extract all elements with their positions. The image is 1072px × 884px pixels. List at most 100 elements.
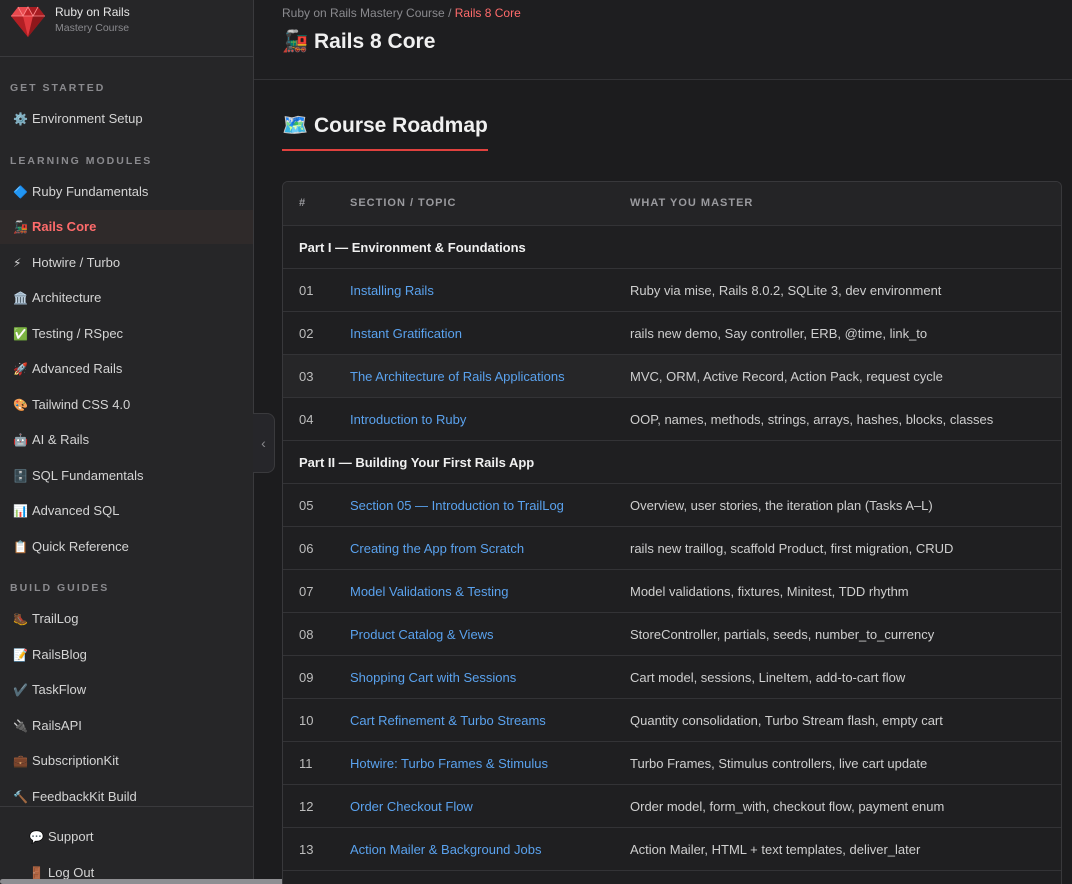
- sidebar-item-label: Rails Core: [32, 219, 97, 234]
- column-header-number: #: [299, 197, 307, 209]
- topic-link[interactable]: Introduction to Ruby: [350, 412, 466, 427]
- row-number: 07: [299, 584, 314, 599]
- bar-chart-icon: 📊: [13, 504, 28, 518]
- section-label-build-guides: BUILD GUIDES: [10, 582, 110, 594]
- section-label-learning-modules: LEARNING MODULES: [10, 155, 153, 167]
- topic-link[interactable]: Creating the App from Scratch: [350, 541, 524, 556]
- row-master: Model validations, fixtures, Minitest, T…: [630, 584, 909, 599]
- page-header: Ruby on Rails Mastery Course / Rails 8 C…: [254, 0, 1072, 80]
- sidebar-item-railsblog[interactable]: 📝 RailsBlog: [0, 638, 253, 672]
- column-header-master: WHAT YOU MASTER: [630, 197, 754, 209]
- row-number: 04: [299, 412, 314, 427]
- topic-link[interactable]: Action Mailer & Background Jobs: [350, 842, 541, 857]
- breadcrumb: Ruby on Rails Mastery Course / Rails 8 C…: [282, 6, 521, 20]
- sidebar-item-environment-setup[interactable]: ⚙️ Environment Setup: [0, 102, 253, 136]
- topic-link[interactable]: Product Catalog & Views: [350, 627, 494, 642]
- row-number: 03: [299, 369, 314, 384]
- row-master: Action Mailer, HTML + text templates, de…: [630, 842, 921, 857]
- topic-link[interactable]: The Architecture of Rails Applications: [350, 369, 565, 384]
- brand[interactable]: Ruby on Rails Mastery Course: [0, 0, 253, 57]
- sidebar-item-ai-rails[interactable]: 🤖 AI & Rails: [0, 423, 253, 457]
- sidebar-item-advanced-rails[interactable]: 🚀 Advanced Rails: [0, 352, 253, 386]
- topic-link[interactable]: Order Checkout Flow: [350, 799, 473, 814]
- part-row: Part I — Environment & Foundations: [283, 226, 1061, 269]
- sidebar-item-testing-rspec[interactable]: ✅ Testing / RSpec: [0, 317, 253, 351]
- page-title-text: Rails 8 Core: [314, 30, 436, 53]
- table-row: 12 Order Checkout Flow Order model, form_w…: [283, 785, 1061, 828]
- topic-link[interactable]: Section 05 — Introduction to TrailLog: [350, 498, 564, 513]
- sidebar-item-label: Quick Reference: [32, 539, 129, 554]
- table-row: 03 The Architecture of Rails Applications…: [283, 355, 1061, 398]
- topic-link[interactable]: Installing Rails: [350, 283, 434, 298]
- row-number: 10: [299, 713, 314, 728]
- table-row: 10 Cart Refinement & Turbo Streams Quantit…: [283, 699, 1061, 742]
- row-master: Ruby via mise, Rails 8.0.2, SQLite 3, de…: [630, 283, 942, 298]
- sidebar-item-hotwire-turbo[interactable]: ⚡ Hotwire / Turbo: [0, 246, 253, 280]
- sidebar-item-ruby-fundamentals[interactable]: 🔷 Ruby Fundamentals: [0, 175, 253, 209]
- sidebar-item-subscriptionkit[interactable]: 💼 SubscriptionKit: [0, 744, 253, 778]
- row-master: Order model, form_with, checkout flow, p…: [630, 799, 945, 814]
- sidebar-item-label: Advanced Rails: [32, 361, 123, 376]
- sidebar-item-taskflow[interactable]: ✔️ TaskFlow: [0, 673, 253, 707]
- topic-link[interactable]: Instant Gratification: [350, 326, 462, 341]
- sidebar-item-tailwind-css[interactable]: 🎨 Tailwind CSS 4.0: [0, 388, 253, 422]
- file-cabinet-icon: 🗄️: [13, 469, 28, 483]
- sidebar-item-label: TrailLog: [32, 611, 79, 626]
- row-number: 02: [299, 326, 314, 341]
- sidebar-item-label: RailsBlog: [32, 647, 87, 662]
- sidebar-item-label: Tailwind CSS 4.0: [32, 397, 131, 412]
- check-mark-icon: ✅: [13, 327, 28, 341]
- sidebar-item-label: Hotwire / Turbo: [32, 255, 121, 270]
- column-header-topic: SECTION / TOPIC: [350, 197, 457, 209]
- clipboard-icon: 📋: [13, 540, 28, 554]
- ruby-gem-icon: [11, 6, 45, 37]
- table-row: 06 Creating the App from Scratch rails new…: [283, 527, 1061, 570]
- speech-bubble-icon: 💬: [29, 830, 44, 844]
- sidebar-item-quick-reference[interactable]: 📋 Quick Reference: [0, 530, 253, 564]
- sidebar: Ruby on Rails Mastery Course GET STARTED…: [0, 0, 372, 884]
- topic-link[interactable]: Shopping Cart with Sessions: [350, 670, 516, 685]
- row-master: rails new traillog, scaffold Product, fi…: [630, 541, 954, 556]
- footer-item-label: Support: [48, 829, 94, 844]
- locomotive-icon: 🚂: [282, 30, 309, 53]
- table-row: 07 Model Validations & Testing Model valid…: [283, 570, 1061, 613]
- row-number: 06: [299, 541, 314, 556]
- hiking-boot-icon: 🥾: [13, 612, 28, 626]
- row-master: Quantity consolidation, Turbo Stream fla…: [630, 713, 943, 728]
- plug-icon: 🔌: [13, 719, 28, 733]
- sidebar-item-railsapi[interactable]: 🔌 RailsAPI: [0, 709, 253, 743]
- footer-item-label: Log Out: [48, 865, 95, 880]
- row-number: 09: [299, 670, 314, 685]
- support-link[interactable]: 💬 Support: [29, 829, 94, 844]
- topic-link[interactable]: Cart Refinement & Turbo Streams: [350, 713, 546, 728]
- part-label: Part II — Building Your First Rails App: [299, 455, 535, 470]
- part-label: Part I — Environment & Foundations: [299, 240, 526, 255]
- roadmap-heading-text: Course Roadmap: [314, 114, 488, 137]
- breadcrumb-root[interactable]: Ruby on Rails Mastery Course: [282, 6, 445, 20]
- world-map-icon: 🗺️: [282, 114, 309, 137]
- sidebar-footer: 💬 Support 🚪 Log Out: [0, 806, 253, 884]
- topic-link[interactable]: Hotwire: Turbo Frames & Stimulus: [350, 756, 548, 771]
- logout-link[interactable]: 🚪 Log Out: [29, 865, 94, 880]
- sidebar-item-rails-core[interactable]: 🚂 Rails Core: [0, 210, 253, 244]
- sidebar-item-architecture[interactable]: 🏛️ Architecture: [0, 281, 253, 315]
- part-row: Part II — Building Your First Rails App: [283, 441, 1061, 484]
- sidebar-item-advanced-sql[interactable]: 📊 Advanced SQL: [0, 494, 253, 528]
- table-row: 09 Shopping Cart with Sessions Cart model,…: [283, 656, 1061, 699]
- sidebar-item-sql-fundamentals[interactable]: 🗄️ SQL Fundamentals: [0, 459, 253, 493]
- table-row: 05 Section 05 — Introduction to TrailLog O…: [283, 484, 1061, 527]
- table-row: 11 Hotwire: Turbo Frames & Stimulus Turbo …: [283, 742, 1061, 785]
- brand-title: Ruby on Rails: [55, 5, 130, 19]
- topic-link[interactable]: Model Validations & Testing: [350, 584, 509, 599]
- row-master: rails new demo, Say controller, ERB, @ti…: [630, 326, 928, 341]
- check-icon: ✔️: [13, 683, 28, 697]
- sidebar-item-label: Advanced SQL: [32, 503, 120, 518]
- palette-icon: 🎨: [13, 398, 28, 412]
- sidebar-item-label: Ruby Fundamentals: [32, 184, 149, 199]
- table-row: 08 Product Catalog & Views StoreController…: [283, 613, 1061, 656]
- rocket-icon: 🚀: [13, 362, 28, 376]
- sidebar-item-traillog[interactable]: 🥾 TrailLog: [0, 602, 253, 636]
- row-number: 08: [299, 627, 314, 642]
- breadcrumb-separator: /: [444, 6, 455, 20]
- table-row: 04 Introduction to Ruby OOP, names, method…: [283, 398, 1061, 441]
